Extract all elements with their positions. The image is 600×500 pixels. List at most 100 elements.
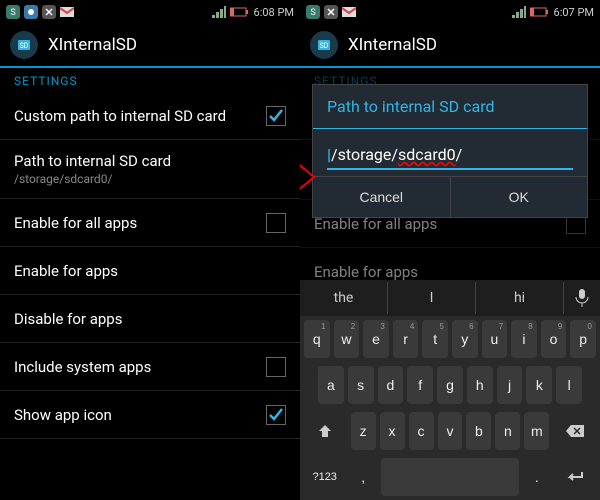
mic-icon[interactable] xyxy=(564,289,600,307)
setting-enable-all[interactable]: Enable for all apps xyxy=(0,199,300,247)
setting-label: Show app icon xyxy=(14,406,234,424)
key-x[interactable]: x xyxy=(380,412,405,450)
gmail-icon xyxy=(60,5,74,19)
checkbox-unchecked[interactable] xyxy=(266,213,286,233)
signal-icon xyxy=(212,6,226,18)
setting-label: Enable for apps xyxy=(314,263,534,281)
path-dialog: Path to internal SD card |/storage/sdcar… xyxy=(312,84,588,218)
setting-custom-path[interactable]: Custom path to internal SD card xyxy=(0,92,300,140)
dialog-title: Path to internal SD card xyxy=(313,85,587,129)
screen-left: S 6:08 PM SD XInternalSD SETTINGS Custom… xyxy=(0,0,300,500)
key-m[interactable]: m xyxy=(524,412,549,450)
key-q[interactable]: q1 xyxy=(304,320,330,358)
space-key[interactable] xyxy=(381,458,519,496)
status-icon-app3 xyxy=(324,5,338,19)
input-text-error: sdcard0 xyxy=(398,145,456,164)
key-u[interactable]: u7 xyxy=(482,320,508,358)
key-e[interactable]: e3 xyxy=(363,320,389,358)
screen-right: S 6:07 PM SD XInternalSD SETTINGS Cu P E… xyxy=(300,0,600,500)
setting-path-internal[interactable]: Path to internal SD card /storage/sdcard… xyxy=(0,140,300,199)
keyboard: the I hi q1w2e3r4t5y6u7i8o9p0 asdfghjkl … xyxy=(300,280,600,500)
battery-icon xyxy=(530,6,550,18)
status-icon-app1: S xyxy=(6,5,20,19)
key-z[interactable]: z xyxy=(351,412,376,450)
setting-label: Disable for apps xyxy=(14,310,234,328)
app-title: XInternalSD xyxy=(348,35,437,55)
clock: 6:08 PM xyxy=(254,6,294,19)
setting-enable-apps[interactable]: Enable for apps xyxy=(0,247,300,295)
suggestion[interactable]: the xyxy=(300,282,388,314)
app-header: SD XInternalSD xyxy=(300,24,600,68)
key-r[interactable]: r4 xyxy=(393,320,419,358)
comma-key[interactable]: , xyxy=(349,458,377,496)
app-header: SD XInternalSD xyxy=(0,24,300,68)
battery-icon xyxy=(230,6,250,18)
shift-key[interactable] xyxy=(304,412,347,450)
key-w[interactable]: w2 xyxy=(334,320,360,358)
input-text-prefix: /storage/ xyxy=(331,145,398,164)
key-l[interactable]: l xyxy=(556,366,582,404)
key-j[interactable]: j xyxy=(497,366,523,404)
key-y[interactable]: y6 xyxy=(452,320,478,358)
status-icon-app1: S xyxy=(306,5,320,19)
signal-icon xyxy=(512,6,526,18)
ok-button[interactable]: OK xyxy=(450,177,588,217)
status-bar: S 6:08 PM xyxy=(0,0,300,24)
checkbox-unchecked[interactable] xyxy=(266,357,286,377)
setting-disable-apps[interactable]: Disable for apps xyxy=(0,295,300,343)
key-a[interactable]: a xyxy=(318,366,344,404)
backspace-key[interactable] xyxy=(553,412,596,450)
period-key[interactable]: . xyxy=(523,458,551,496)
input-text-suffix: / xyxy=(456,145,463,164)
key-v[interactable]: v xyxy=(438,412,463,450)
key-s[interactable]: s xyxy=(348,366,374,404)
enter-key[interactable] xyxy=(555,458,596,496)
status-bar: S 6:07 PM xyxy=(300,0,600,24)
setting-label: Custom path to internal SD card xyxy=(14,107,234,125)
setting-sublabel: /storage/sdcard0/ xyxy=(14,172,286,186)
checkbox-checked[interactable] xyxy=(266,405,286,425)
key-b[interactable]: b xyxy=(466,412,491,450)
path-input[interactable]: |/storage/sdcard0/ xyxy=(327,145,573,170)
keyboard-row3: zxcvbnm xyxy=(300,408,600,454)
setting-label: Include system apps xyxy=(14,358,234,376)
key-t[interactable]: t5 xyxy=(422,320,448,358)
key-n[interactable]: n xyxy=(495,412,520,450)
key-h[interactable]: h xyxy=(467,366,493,404)
setting-include-system[interactable]: Include system apps xyxy=(0,343,300,391)
setting-label: Enable for all apps xyxy=(14,214,234,232)
app-title: XInternalSD xyxy=(48,35,137,55)
checkbox-checked[interactable] xyxy=(266,106,286,126)
keyboard-row1: q1w2e3r4t5y6u7i8o9p0 xyxy=(300,316,600,362)
key-p[interactable]: p0 xyxy=(570,320,596,358)
key-c[interactable]: c xyxy=(409,412,434,450)
svg-text:SD: SD xyxy=(320,42,329,50)
svg-text:SD: SD xyxy=(20,42,29,50)
status-icon-app3 xyxy=(42,5,56,19)
keyboard-row2: asdfghjkl xyxy=(300,362,600,408)
suggestion[interactable]: hi xyxy=(476,282,564,314)
svg-text:S: S xyxy=(10,8,15,18)
keyboard-row4: ?123 , . xyxy=(300,454,600,500)
key-d[interactable]: d xyxy=(378,366,404,404)
key-o[interactable]: o9 xyxy=(541,320,567,358)
app-icon: SD xyxy=(10,31,38,59)
key-i[interactable]: i8 xyxy=(511,320,537,358)
gmail-icon xyxy=(342,5,356,19)
setting-show-icon[interactable]: Show app icon xyxy=(0,391,300,439)
symbols-key[interactable]: ?123 xyxy=(304,458,345,496)
cancel-button[interactable]: Cancel xyxy=(313,177,450,217)
suggestion[interactable]: I xyxy=(388,282,476,314)
key-f[interactable]: f xyxy=(407,366,433,404)
setting-label: Path to internal SD card xyxy=(14,152,234,170)
clock: 6:07 PM xyxy=(554,6,594,19)
svg-text:S: S xyxy=(310,8,315,18)
key-k[interactable]: k xyxy=(526,366,552,404)
status-icon-app2 xyxy=(24,5,38,19)
setting-label: Enable for apps xyxy=(14,262,234,280)
arrow-indicator-icon xyxy=(300,162,316,196)
section-header: SETTINGS xyxy=(0,68,300,92)
app-icon: SD xyxy=(310,31,338,59)
key-g[interactable]: g xyxy=(437,366,463,404)
suggestion-bar: the I hi xyxy=(300,280,600,316)
